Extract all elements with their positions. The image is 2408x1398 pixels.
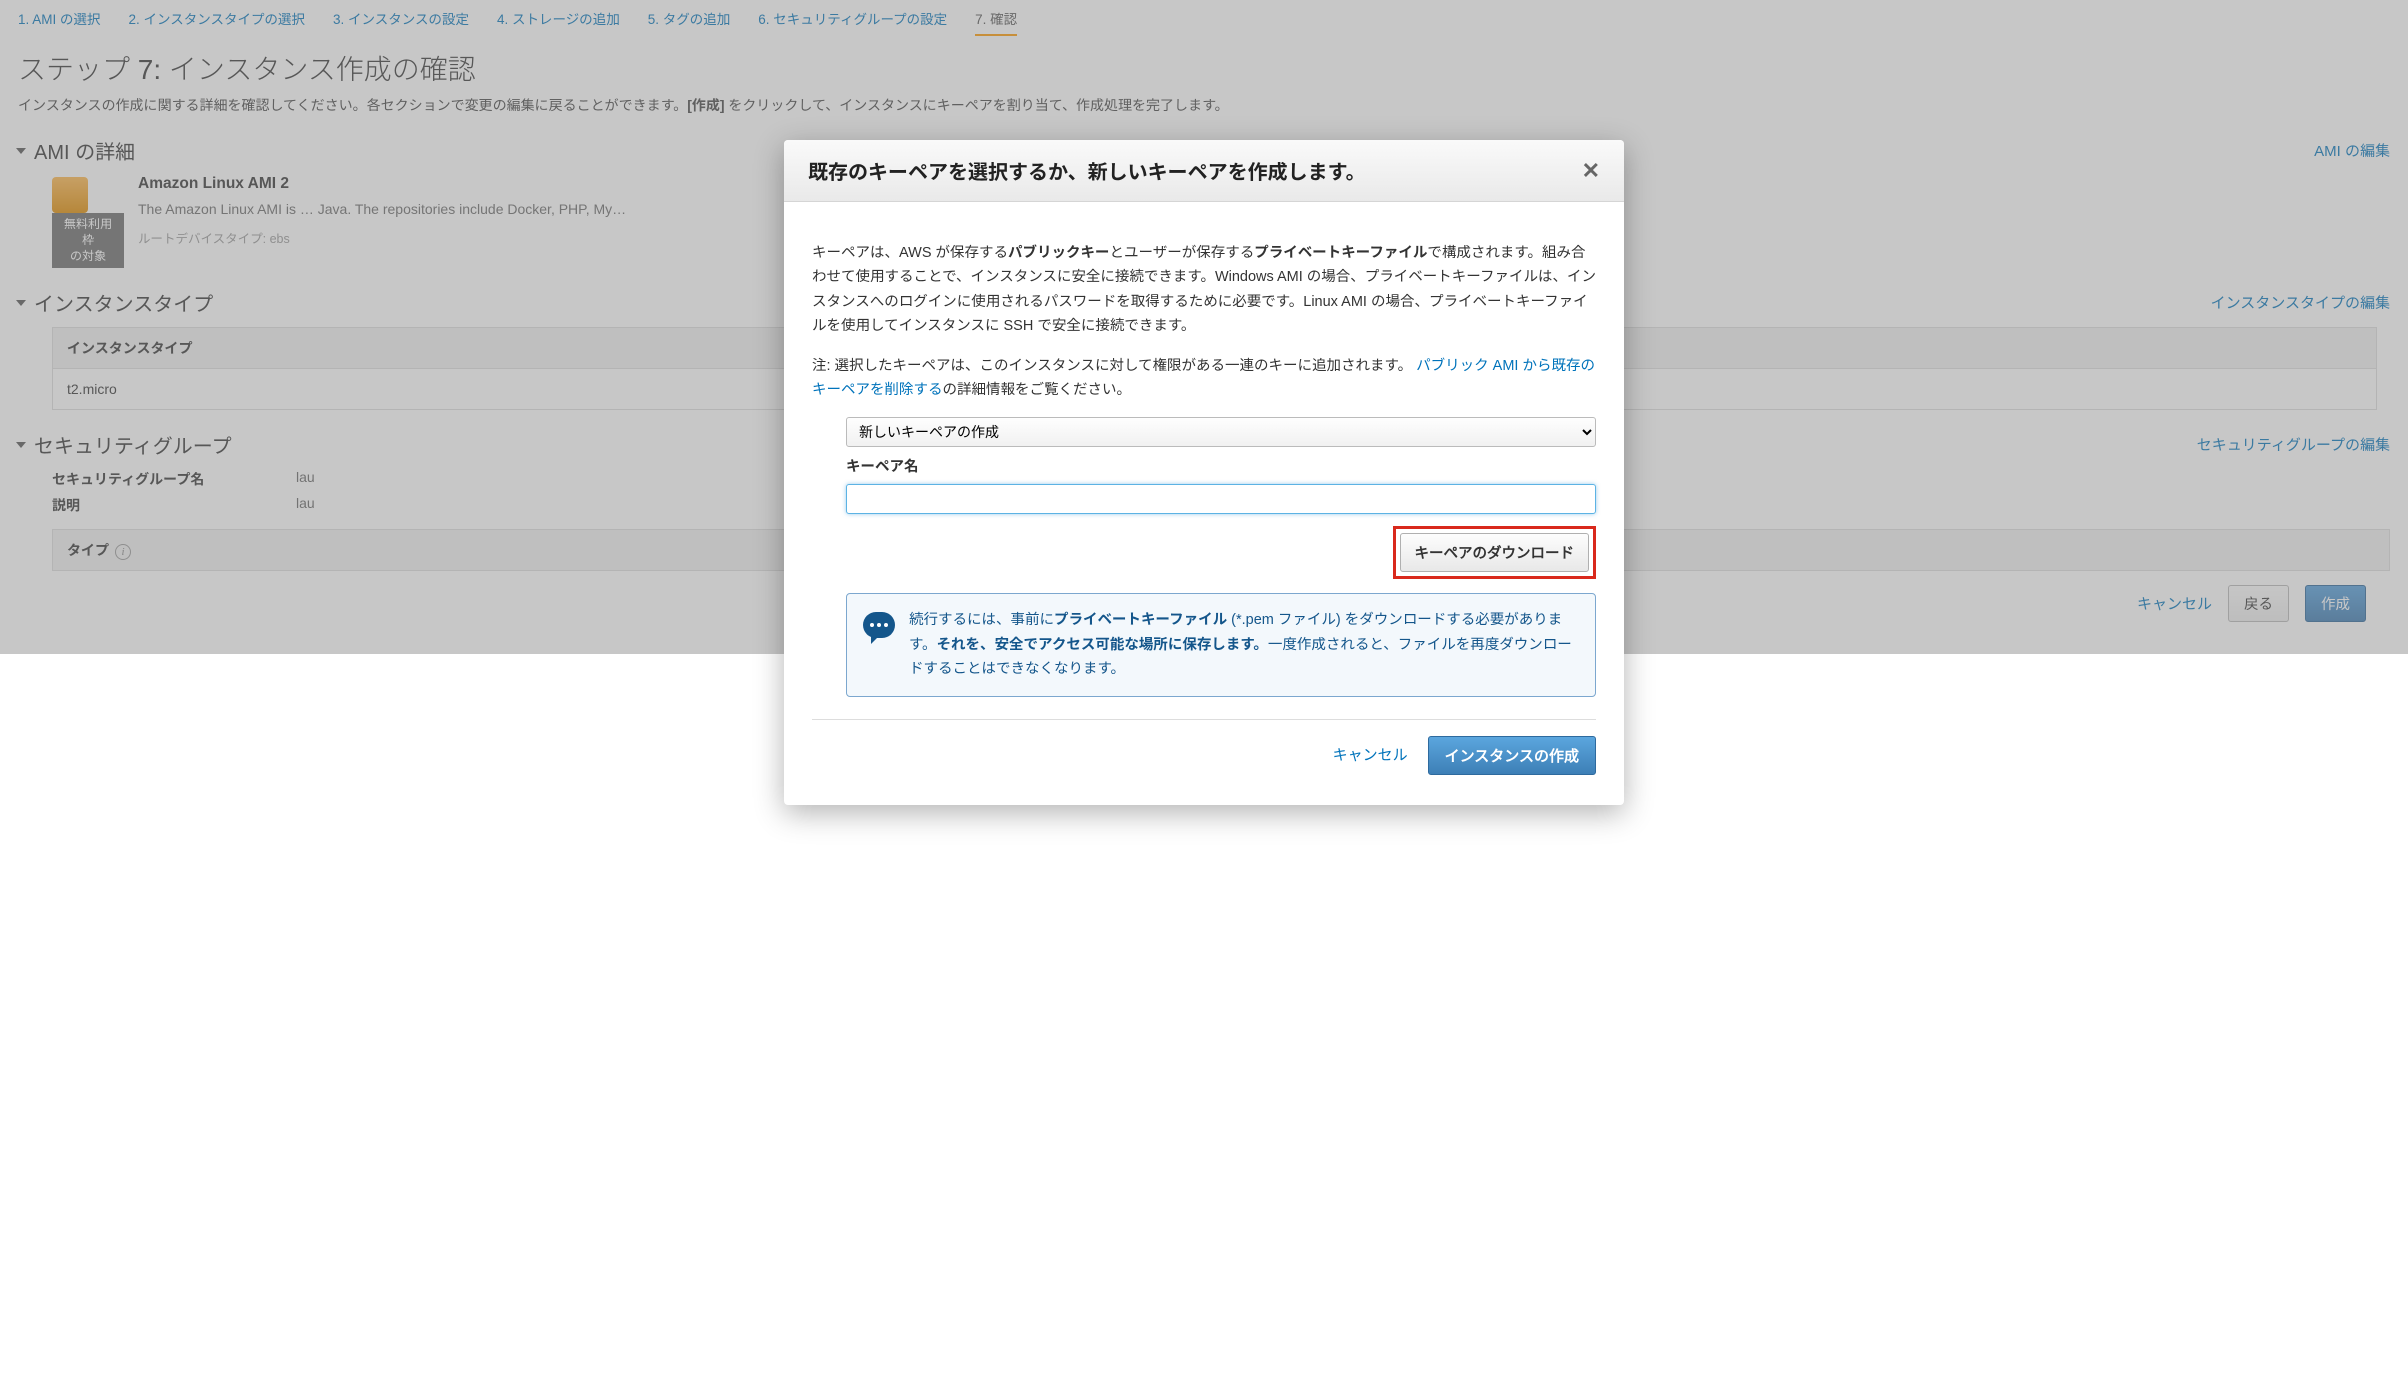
modal-title: 既存のキーペアを選択するか、新しいキーペアを作成します。: [808, 156, 1366, 185]
modal-cancel-link[interactable]: キャンセル: [1333, 743, 1408, 769]
launch-instance-button[interactable]: インスタンスの作成: [1428, 736, 1596, 775]
download-warning-callout: 続行するには、事前にプライベートキーファイル (*.pem ファイル) をダウン…: [846, 593, 1596, 697]
download-highlight: キーペアのダウンロード: [1393, 526, 1597, 579]
modal-note: 注: 選択したキーペアは、このインスタンスに対して権限がある一連のキーに追加され…: [812, 354, 1596, 403]
chat-bubble-icon: [863, 612, 895, 638]
keypair-option-select[interactable]: 新しいキーペアの作成: [846, 417, 1596, 447]
keypair-modal: 既存のキーペアを選択するか、新しいキーペアを作成します。 ✕ キーペアは、AWS…: [784, 140, 1624, 805]
close-icon[interactable]: ✕: [1582, 158, 1600, 184]
keypair-name-input[interactable]: [846, 484, 1596, 514]
download-keypair-button[interactable]: キーペアのダウンロード: [1400, 533, 1590, 572]
keypair-name-label: キーペア名: [846, 455, 1596, 480]
modal-paragraph: キーペアは、AWS が保存するパブリックキーとユーザーが保存するプライベートキー…: [812, 241, 1596, 340]
